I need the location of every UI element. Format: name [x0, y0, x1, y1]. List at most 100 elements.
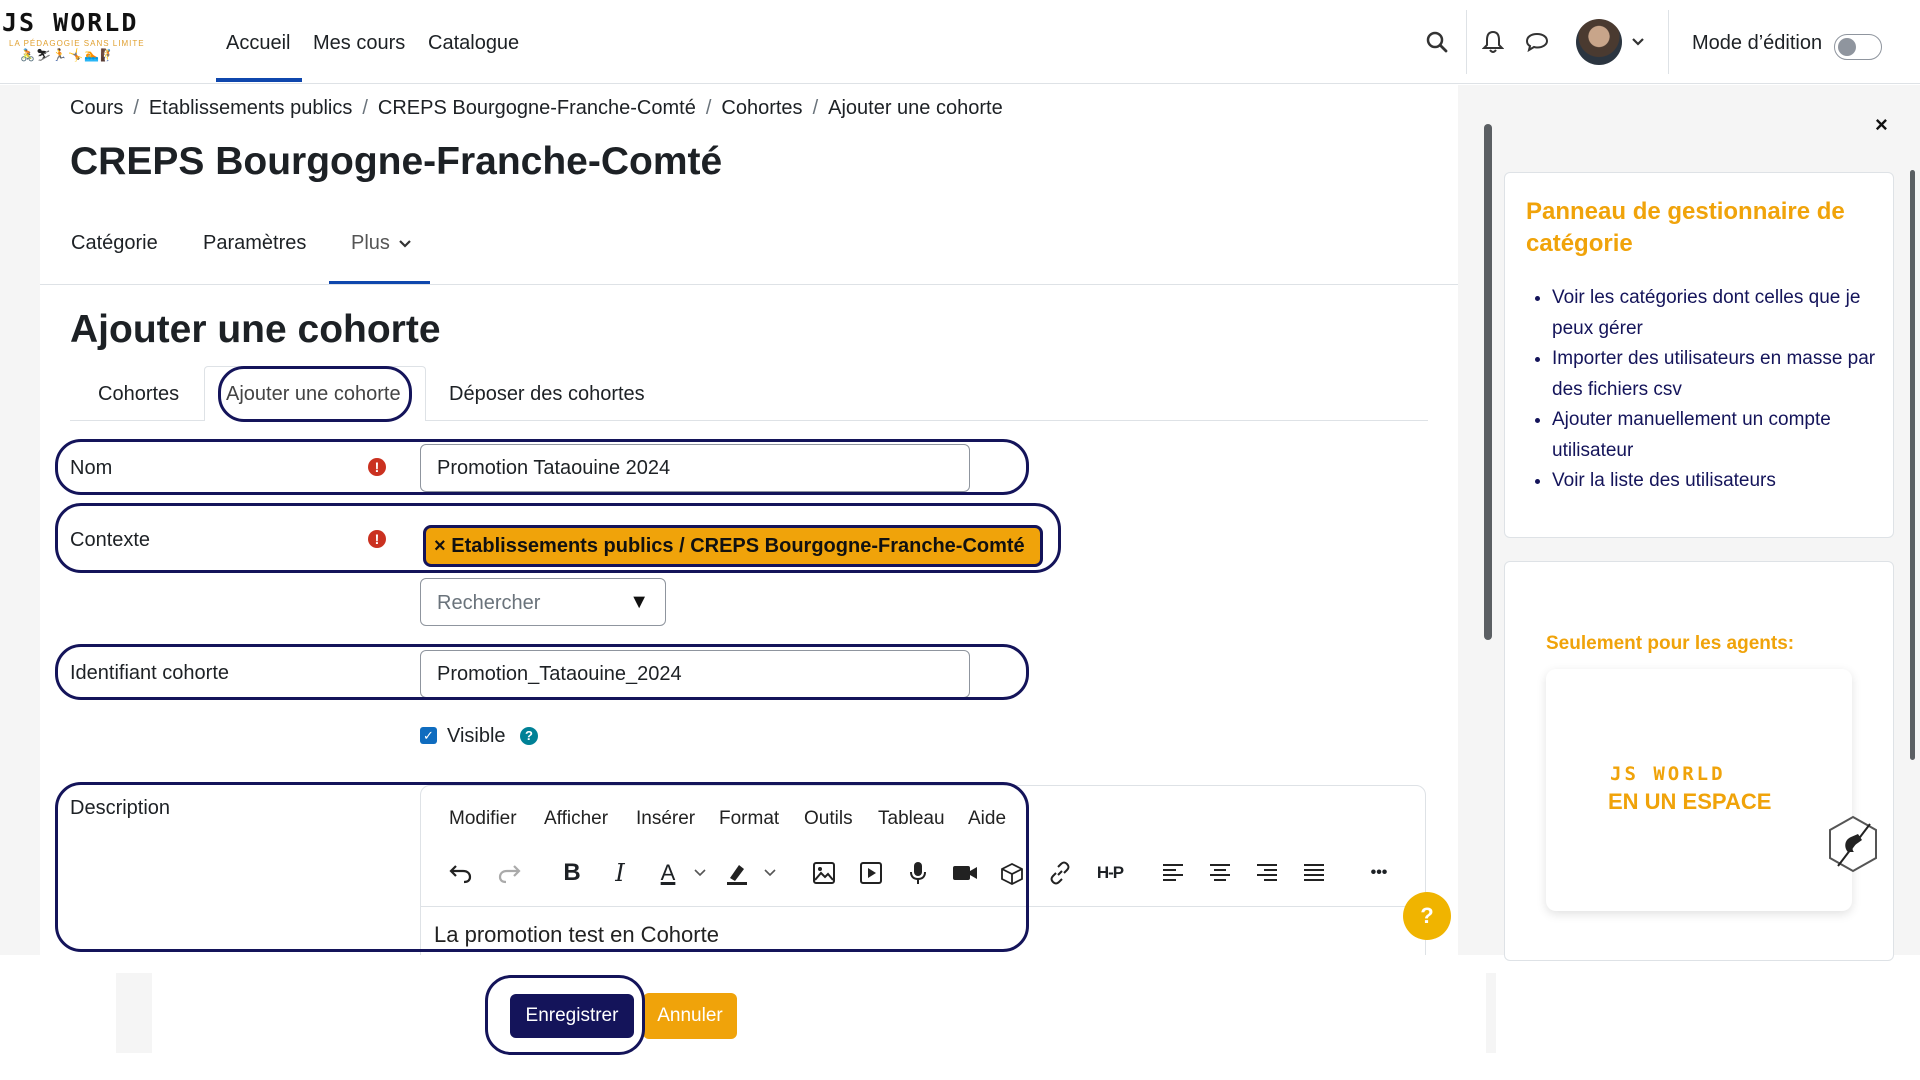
secondary-nav-divider: [40, 284, 1458, 285]
required-icon: !: [368, 458, 386, 476]
site-logo[interactable]: JS WORLD LA PÉDAGOGIE SANS LIMITE 🚴⛷🏃🤸🏊🧗: [2, 8, 172, 78]
chevron-down-icon[interactable]: [690, 858, 710, 888]
footer-gutter: [1486, 973, 1496, 1053]
form-title: Ajouter une cohorte: [70, 308, 441, 351]
undo-icon[interactable]: [446, 858, 476, 888]
description-label: Description: [70, 797, 171, 819]
idnumber-input[interactable]: [420, 650, 970, 698]
align-center-icon[interactable]: [1205, 858, 1235, 888]
scrollbar[interactable]: [1484, 124, 1492, 640]
nav-divider: [1668, 10, 1669, 74]
highlight-icon[interactable]: [722, 858, 752, 888]
h5p-icon[interactable]: H-P: [1090, 858, 1130, 888]
accessibility-badge-icon[interactable]: [1826, 814, 1880, 874]
align-right-icon[interactable]: [1252, 858, 1282, 888]
manager-panel-links: Voir les catégories dont celles que je p…: [1534, 283, 1878, 497]
link-icon[interactable]: [1045, 858, 1075, 888]
block-icon[interactable]: [997, 858, 1027, 888]
image-icon[interactable]: [809, 858, 839, 888]
logo-tagline: LA PÉDAGOGIE SANS LIMITE: [9, 39, 145, 48]
toggle-knob: [1838, 38, 1856, 56]
close-icon[interactable]: ×: [1875, 112, 1888, 138]
bold-icon[interactable]: B: [557, 858, 587, 888]
breadcrumb-etablissements[interactable]: Etablissements publics: [149, 97, 352, 119]
tab-ajouter-cohorte[interactable]: Ajouter une cohorte: [226, 383, 401, 406]
chat-bubble-icon[interactable]: [1524, 29, 1550, 55]
description-content[interactable]: La promotion test en Cohorte: [434, 922, 719, 948]
text-color-icon[interactable]: A: [653, 858, 683, 888]
editor-menu-inserer[interactable]: Insérer: [636, 808, 695, 830]
save-button[interactable]: Enregistrer: [510, 994, 634, 1038]
promo-brand: JS WORLD: [1610, 763, 1726, 785]
context-selected-chip[interactable]: × Etablissements publics / CREPS Bourgog…: [423, 525, 1043, 567]
logo-brand: JS WORLD: [2, 8, 139, 37]
breadcrumb-cours[interactable]: Cours: [70, 97, 123, 119]
secondary-nav-plus[interactable]: Plus: [351, 232, 412, 255]
breadcrumb-separator: /: [133, 97, 139, 119]
edit-mode-toggle[interactable]: [1834, 34, 1882, 60]
italic-icon[interactable]: I: [605, 858, 635, 888]
edit-mode-label: Mode d’édition: [1692, 32, 1823, 54]
more-icon[interactable]: •••: [1364, 858, 1394, 888]
panel-link-user-list[interactable]: Voir la liste des utilisateurs: [1552, 466, 1878, 497]
cancel-button[interactable]: Annuler: [643, 993, 737, 1039]
justify-icon[interactable]: [1299, 858, 1329, 888]
breadcrumb-creps[interactable]: CREPS Bourgogne-Franche-Comté: [378, 97, 696, 119]
editor-menu-modifier[interactable]: Modifier: [449, 808, 517, 830]
redo-icon[interactable]: [494, 858, 524, 888]
required-icon: !: [368, 530, 386, 548]
secondary-nav-plus-label: Plus: [351, 232, 390, 254]
promo-banner[interactable]: JS WORLD EN UN ESPACE: [1546, 669, 1852, 911]
video-camera-icon[interactable]: [950, 858, 980, 888]
editor-toolbar-divider: [421, 906, 1425, 907]
breadcrumb-cohortes[interactable]: Cohortes: [721, 97, 802, 119]
align-left-icon[interactable]: [1158, 858, 1188, 888]
form-footer: [0, 955, 1920, 1080]
chevron-down-icon: [399, 239, 412, 248]
breadcrumb-separator: /: [812, 97, 819, 119]
context-label: Contexte: [70, 529, 151, 551]
tab-cohortes[interactable]: Cohortes: [98, 383, 179, 406]
caret-down-icon: ▼: [629, 591, 649, 613]
editor-menu-tableau[interactable]: Tableau: [878, 808, 945, 830]
microphone-icon[interactable]: [903, 858, 933, 888]
logo-figures: 🚴⛷🏃🤸🏊🧗: [20, 48, 116, 62]
context-search-select[interactable]: Rechercher ▼: [420, 578, 666, 626]
visible-label: Visible: [447, 725, 506, 747]
footer-gutter: [116, 973, 152, 1053]
nav-active-indicator: [216, 78, 302, 82]
bell-icon[interactable]: [1480, 29, 1506, 55]
context-search-placeholder: Rechercher: [437, 592, 541, 614]
panel-link-add-user[interactable]: Ajouter manuellement un compte utilisate…: [1552, 405, 1878, 466]
help-icon[interactable]: ?: [520, 727, 538, 745]
nav-link-mes-cours[interactable]: Mes cours: [313, 32, 405, 55]
manager-panel-title: Panneau de gestionnaire de catégorie: [1526, 198, 1845, 257]
chevron-down-icon[interactable]: [1627, 29, 1649, 55]
secondary-nav-categorie[interactable]: Catégorie: [71, 232, 158, 255]
panel-link-import-users[interactable]: Importer des utilisateurs en masse par d…: [1552, 344, 1878, 405]
editor-menu-aide[interactable]: Aide: [968, 808, 1006, 830]
name-label: Nom: [70, 457, 113, 479]
idnumber-label: Identifiant cohorte: [70, 662, 229, 684]
help-fab-button[interactable]: ?: [1403, 892, 1451, 940]
user-avatar[interactable]: [1576, 19, 1622, 65]
visible-checkbox[interactable]: ✓: [420, 727, 437, 744]
breadcrumb-current: Ajouter une cohorte: [828, 97, 1003, 119]
chevron-down-icon[interactable]: [760, 858, 780, 888]
secondary-nav-active-indicator: [329, 281, 430, 284]
agents-title: Seulement pour les agents:: [1546, 633, 1795, 654]
nav-link-catalogue[interactable]: Catalogue: [428, 32, 519, 55]
nav-link-accueil[interactable]: Accueil: [226, 32, 290, 55]
panel-link-categories[interactable]: Voir les catégories dont celles que je p…: [1552, 283, 1878, 344]
scrollbar[interactable]: [1910, 170, 1915, 760]
editor-menu-outils[interactable]: Outils: [804, 808, 853, 830]
breadcrumb-separator: /: [705, 97, 712, 119]
editor-menu-afficher[interactable]: Afficher: [544, 808, 608, 830]
breadcrumb-separator: /: [362, 97, 368, 119]
name-input[interactable]: [420, 444, 970, 492]
search-icon[interactable]: [1424, 29, 1450, 55]
editor-menu-format[interactable]: Format: [719, 808, 779, 830]
secondary-nav-parametres[interactable]: Paramètres: [203, 232, 306, 255]
media-icon[interactable]: [856, 858, 886, 888]
tab-deposer-cohortes[interactable]: Déposer des cohortes: [449, 383, 645, 406]
